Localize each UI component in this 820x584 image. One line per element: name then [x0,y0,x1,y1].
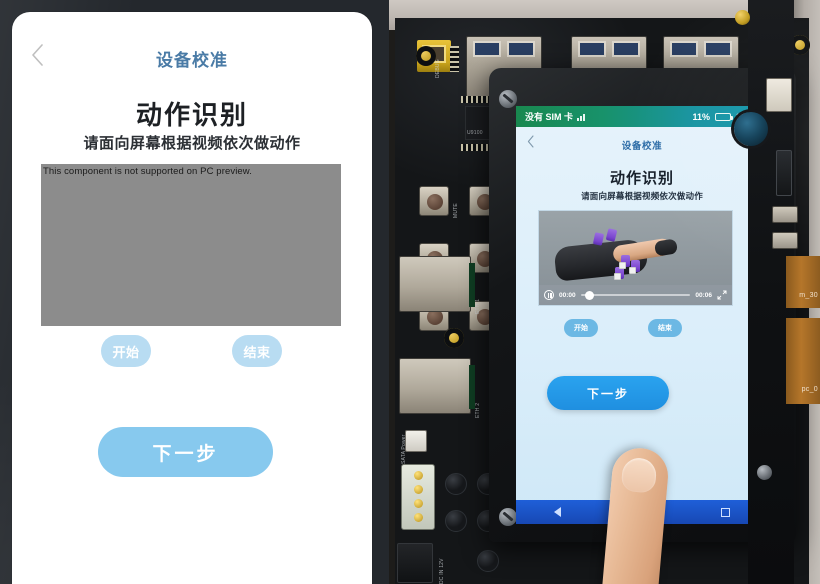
video-progress-knob[interactable] [585,290,594,300]
device-section-heading: 动作识别 [609,170,674,187]
board-connector [405,430,427,452]
screenshot-root: 设备校准 动作识别 请面向屏幕根据视频依次做动作 This component … [0,0,820,584]
device-section-subtitle: 请面向屏幕根据视频依次做动作 [581,191,703,201]
pin-header [461,144,537,151]
silkscreen-label: MUTE [453,203,459,218]
pc-preview-pane: 设备校准 动作识别 请面向屏幕根据视频依次做动作 This component … [0,0,389,584]
pointing-finger [599,445,671,584]
electrolytic-capacitor [445,473,467,495]
tactile-button [419,186,449,216]
tactile-button [469,243,499,273]
start-button[interactable]: 开始 [101,335,151,367]
sata-connector [776,150,792,196]
video-player[interactable]: 00:00 00:06 [538,210,733,306]
hdmi-port [772,232,798,249]
tablet-screw [499,90,517,108]
tactile-button [419,243,449,273]
device-photo: DEBUG U9100 MUTE SELECT Power ETH 1 ETH … [389,0,820,584]
silkscreen-label: ETH 2 [475,402,481,418]
nav-recents-square-icon[interactable] [721,507,731,517]
sata-power-connector [401,464,435,530]
ribbon-label: m_30 [799,292,818,299]
device-start-button[interactable]: 开始 [564,319,598,337]
chevron-left-icon [527,135,534,153]
integrated-circuit [465,106,523,140]
development-board: DEBUG U9100 MUTE SELECT Power ETH 1 ETH … [395,18,810,584]
nav-back-triangle-icon[interactable] [553,507,561,517]
usb-port [663,36,739,98]
pin-header [502,248,548,254]
gloved-hand-frame [553,228,679,282]
usb-port [466,36,542,98]
video-controls: 00:00 00:06 [539,285,732,305]
page-title: 设备校准 [156,51,228,70]
video-current-time: 00:00 [559,291,576,299]
silkscreen-label: U9100 [467,130,483,136]
usb-port [571,36,647,98]
fullscreen-expand-icon[interactable] [717,290,727,300]
silkscreen-label: Power [503,320,509,336]
hdmi-port [772,206,798,223]
pause-icon[interactable] [544,290,554,300]
pin-header [450,46,459,72]
tactile-button [419,301,449,331]
fingernail [620,456,658,494]
mounting-hole [444,328,464,348]
mounting-hole [416,46,436,66]
silkscreen-label: DEBUG [435,59,441,78]
battery-percent-label: 11% [692,111,710,122]
mini-usb-connector [417,40,451,72]
electrolytic-capacitor [445,510,467,532]
status-bar: 没有 SIM 卡 11% 05:01 [516,106,768,127]
ribbon-label: pc_0 [801,386,818,393]
electrolytic-capacitor [477,550,499,572]
silkscreen-label: SATA Power [401,434,407,464]
ethernet-port [399,358,475,414]
electrolytic-capacitor [477,510,499,532]
tablet-screw [499,508,517,526]
board-screw [757,465,772,480]
board-screw [735,10,750,25]
silkscreen-label: DC IN 12V [439,558,445,584]
video-progress-slider[interactable] [580,290,691,300]
tactile-button [469,186,499,216]
video-placeholder-message: This component is not supported on PC pr… [43,166,252,177]
electrolytic-capacitor [477,473,499,495]
tactile-button [469,301,499,331]
section-heading: 动作识别 [135,100,248,130]
video-duration: 00:06 [695,291,712,299]
device-back-button[interactable] [524,135,536,153]
signal-bars-icon [577,113,587,121]
silkscreen-label: SELECT [453,259,459,280]
ribbon-cable [786,256,820,308]
video-placeholder: This component is not supported on PC pr… [41,164,341,326]
camera-module [734,112,768,146]
device-page-title: 设备校准 [621,141,663,152]
stop-button[interactable]: 结束 [232,335,282,367]
preview-phone-card: 设备校准 动作识别 请面向屏幕根据视频依次做动作 This component … [12,12,372,584]
battery-icon [714,112,733,121]
ethernet-port [399,256,475,312]
power-jack [397,543,433,583]
device-next-step-button[interactable]: 下一步 [547,376,669,410]
section-subtitle: 请面向屏幕根据视频依次做动作 [83,135,301,152]
silkscreen-label: ETH 1 [475,298,481,314]
pin-header [461,96,537,103]
device-stop-button[interactable]: 结束 [648,319,682,337]
next-step-button[interactable]: 下一步 [98,427,273,477]
carrier-label: 没有 SIM 卡 [525,112,574,122]
flex-cable-connector [766,78,792,112]
